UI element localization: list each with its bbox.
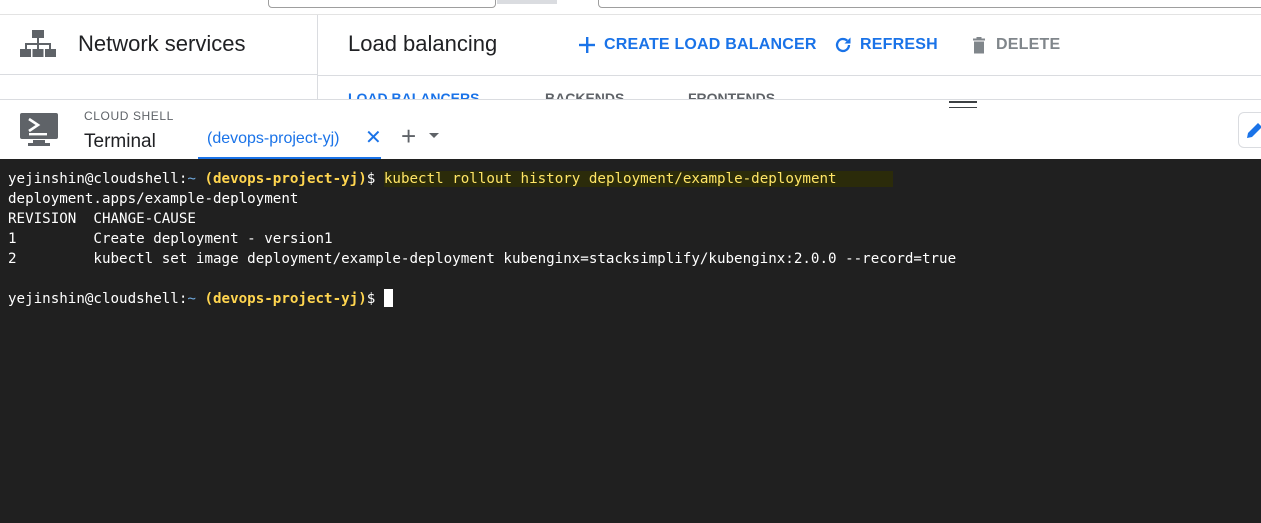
cloud-shell-caption: CLOUD SHELL bbox=[84, 109, 174, 123]
prompt-tilde: ~ bbox=[187, 171, 196, 187]
refresh-label: REFRESH bbox=[860, 36, 938, 53]
resize-handle[interactable] bbox=[949, 101, 977, 108]
product-title: Network services bbox=[78, 31, 246, 56]
create-load-balancer-label: CREATE LOAD BALANCER bbox=[604, 36, 817, 53]
terminal-cursor bbox=[383, 289, 393, 307]
add-tab-icon[interactable]: + bbox=[401, 123, 416, 149]
cloud-shell-icon bbox=[20, 113, 58, 146]
open-editor-button[interactable] bbox=[1238, 112, 1261, 148]
prompt-project: (devops-project-yj) bbox=[204, 171, 367, 187]
prompt-line: yejinshin@cloudshell:~ (devops-project-y… bbox=[8, 289, 393, 309]
load-balancing-tabs: LOAD BALANCERS BACKENDS FRONTENDS bbox=[318, 75, 1261, 100]
delete-label: DELETE bbox=[996, 36, 1061, 53]
command-text: kubectl rollout history deployment/examp… bbox=[383, 171, 893, 187]
top-search-box[interactable] bbox=[268, 0, 496, 8]
prompt-tilde: ~ bbox=[187, 291, 196, 307]
prompt-symbol: $ bbox=[366, 171, 376, 187]
prompt-project: (devops-project-yj) bbox=[204, 291, 367, 307]
edit-icon bbox=[1247, 123, 1261, 138]
top-divider bbox=[497, 0, 557, 4]
output-line: 1 Create deployment - version1 bbox=[8, 231, 333, 247]
prompt-user: yejinshin@cloudshell: bbox=[8, 291, 188, 307]
tab-devops-project[interactable]: (devops-project-yj) ✕ bbox=[198, 100, 382, 160]
prompt-user: yejinshin@cloudshell: bbox=[8, 171, 188, 187]
tab-devops-project-label: (devops-project-yj) bbox=[207, 130, 340, 147]
close-icon[interactable]: ✕ bbox=[365, 128, 382, 148]
top-strip bbox=[0, 0, 1261, 15]
trash-icon bbox=[973, 37, 985, 54]
terminal-label: Terminal bbox=[84, 131, 156, 152]
delete-button[interactable]: DELETE bbox=[970, 36, 1060, 54]
network-services-icon bbox=[20, 30, 56, 57]
prompt-line: yejinshin@cloudshell:~ (devops-project-y… bbox=[8, 169, 893, 189]
output-line: 2 kubectl set image deployment/example-d… bbox=[8, 251, 957, 267]
output-line: REVISION CHANGE-CAUSE bbox=[8, 211, 196, 227]
output-line: deployment.apps/example-deployment bbox=[8, 191, 299, 207]
add-icon bbox=[579, 37, 595, 53]
create-load-balancer-button[interactable]: CREATE LOAD BALANCER bbox=[578, 36, 817, 54]
panel-divider bbox=[0, 74, 317, 75]
product-panel: Network services bbox=[0, 15, 318, 99]
chevron-down-icon[interactable] bbox=[429, 133, 439, 138]
cloud-shell-bar: CLOUD SHELL Terminal (devops-project-yj)… bbox=[0, 99, 1261, 160]
refresh-button[interactable]: REFRESH bbox=[834, 36, 938, 54]
prompt-symbol: $ bbox=[366, 291, 376, 307]
top-input-box[interactable] bbox=[598, 0, 1261, 8]
page-title: Load balancing bbox=[348, 31, 498, 56]
terminal[interactable]: yejinshin@cloudshell:~ (devops-project-y… bbox=[0, 159, 1261, 523]
refresh-icon bbox=[835, 37, 851, 53]
